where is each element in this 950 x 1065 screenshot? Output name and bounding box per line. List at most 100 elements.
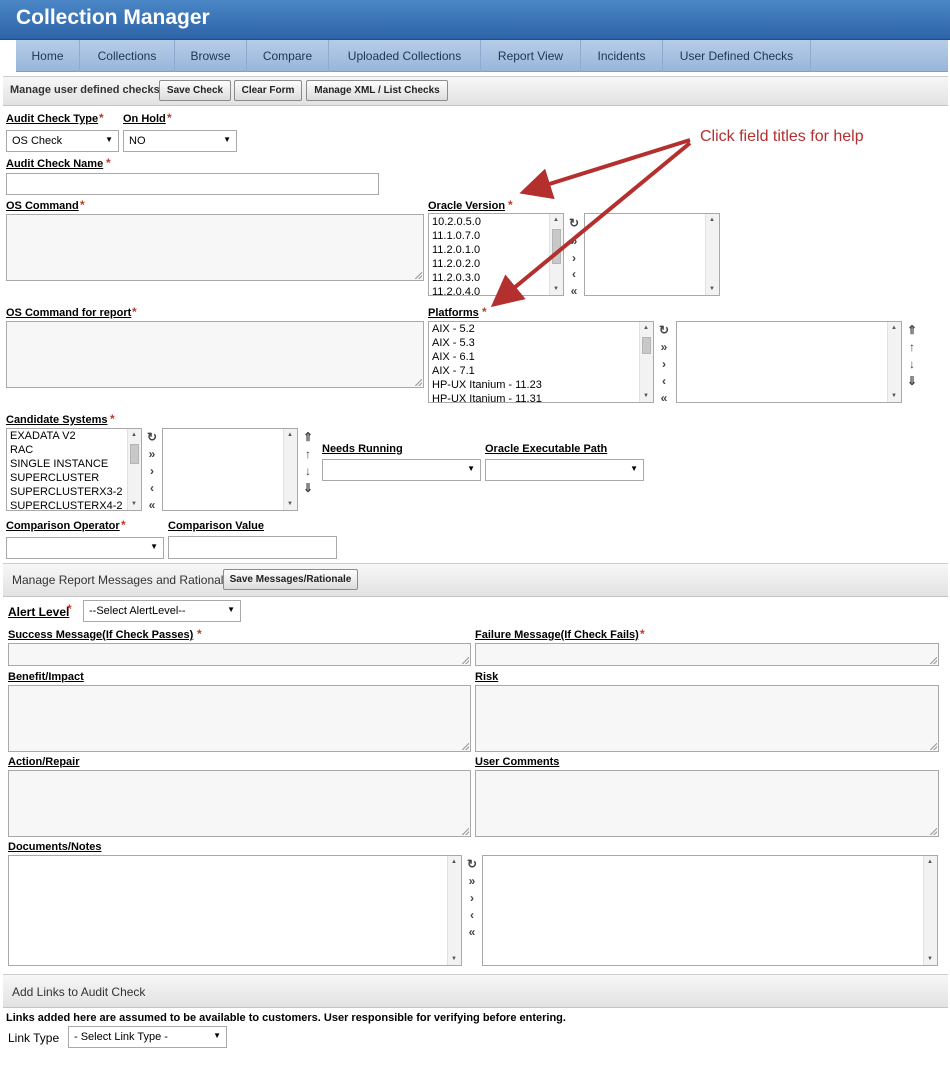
move-right-icon[interactable]: › — [566, 251, 582, 267]
os-command-report-label[interactable]: OS Command for report — [6, 307, 131, 319]
documents-notes-label[interactable]: Documents/Notes — [8, 841, 102, 853]
scrollbar[interactable]: ▲ ▼ — [549, 214, 563, 295]
comparison-operator-select[interactable]: ▼ — [6, 537, 164, 559]
move-right-icon[interactable]: › — [464, 891, 480, 907]
tab-home[interactable]: Home — [16, 40, 80, 72]
scroll-down-icon[interactable]: ▼ — [451, 956, 457, 962]
move-right-icon[interactable]: › — [144, 464, 160, 480]
audit-check-type-select[interactable]: OS Check ▼ — [6, 130, 119, 152]
manage-xml-button[interactable]: Manage XML / List Checks — [306, 80, 448, 101]
refresh-icon[interactable]: ↻ — [464, 857, 480, 873]
scroll-thumb[interactable] — [642, 337, 651, 354]
platforms-label[interactable]: Platforms — [428, 307, 479, 319]
list-item[interactable]: AIX - 7.1 — [429, 364, 653, 378]
scroll-down-icon[interactable]: ▼ — [709, 286, 715, 292]
move-bottom-icon[interactable]: ⇓ — [300, 481, 316, 497]
tab-compare[interactable]: Compare — [247, 40, 329, 72]
scrollbar[interactable]: ▲ ▼ — [127, 429, 141, 510]
on-hold-select[interactable]: NO ▼ — [123, 130, 237, 152]
list-item[interactable]: RAC — [7, 443, 141, 457]
move-right-icon[interactable]: › — [656, 357, 672, 373]
move-all-right-icon[interactable]: » — [566, 234, 582, 250]
alert-level-label[interactable]: Alert Level — [8, 605, 69, 619]
scroll-up-icon[interactable]: ▲ — [553, 217, 559, 223]
list-item[interactable]: SUPERCLUSTERX4-2 — [7, 499, 141, 510]
success-message-label[interactable]: Success Message(If Check Passes) — [8, 629, 193, 641]
move-left-icon[interactable]: ‹ — [566, 267, 582, 283]
scroll-down-icon[interactable]: ▼ — [891, 393, 897, 399]
list-item[interactable]: 11.2.0.1.0 — [429, 243, 563, 257]
scrollbar[interactable]: ▲ ▼ — [923, 856, 937, 965]
audit-check-type-label[interactable]: Audit Check Type — [6, 113, 98, 125]
move-up-icon[interactable]: ↑ — [904, 340, 920, 356]
scroll-down-icon[interactable]: ▼ — [927, 956, 933, 962]
tab-uploaded-collections[interactable]: Uploaded Collections — [329, 40, 481, 72]
scrollbar[interactable]: ▲ ▼ — [283, 429, 297, 510]
list-item[interactable]: SINGLE INSTANCE — [7, 457, 141, 471]
audit-check-name-label[interactable]: Audit Check Name — [6, 158, 103, 170]
move-down-icon[interactable]: ↓ — [904, 357, 920, 373]
comparison-value-label[interactable]: Comparison Value — [168, 520, 264, 532]
risk-textarea[interactable] — [475, 685, 939, 752]
list-item[interactable]: AIX - 5.3 — [429, 336, 653, 350]
move-left-icon[interactable]: ‹ — [144, 481, 160, 497]
move-all-left-icon[interactable]: « — [656, 391, 672, 407]
scrollbar[interactable]: ▲ ▼ — [639, 322, 653, 402]
oracle-version-selected-list[interactable]: ▲ ▼ — [584, 213, 720, 296]
platforms-available-list[interactable]: AIX - 5.2 AIX - 5.3 AIX - 6.1 AIX - 7.1 … — [428, 321, 654, 403]
tab-report-view[interactable]: Report View — [481, 40, 581, 72]
tab-collections[interactable]: Collections — [80, 40, 175, 72]
link-type-select[interactable]: - Select Link Type - ▼ — [68, 1026, 227, 1048]
move-bottom-icon[interactable]: ⇓ — [904, 374, 920, 390]
list-item[interactable]: 11.2.0.4.0 — [429, 285, 563, 295]
tab-user-defined-checks[interactable]: User Defined Checks — [663, 40, 811, 72]
scroll-up-icon[interactable]: ▲ — [643, 325, 649, 331]
move-all-left-icon[interactable]: « — [464, 925, 480, 941]
move-all-left-icon[interactable]: « — [566, 284, 582, 300]
action-repair-label[interactable]: Action/Repair — [8, 756, 80, 768]
save-check-button[interactable]: Save Check — [159, 80, 231, 101]
move-left-icon[interactable]: ‹ — [464, 908, 480, 924]
candidate-systems-label[interactable]: Candidate Systems — [6, 414, 107, 426]
list-item[interactable]: SUPERCLUSTER — [7, 471, 141, 485]
scroll-down-icon[interactable]: ▼ — [287, 501, 293, 507]
list-item[interactable]: HP-UX Itanium - 11.31 — [429, 392, 653, 402]
scroll-up-icon[interactable]: ▲ — [709, 217, 715, 223]
move-down-icon[interactable]: ↓ — [300, 464, 316, 480]
documents-available-list[interactable]: ▲ ▼ — [8, 855, 462, 966]
benefit-impact-textarea[interactable] — [8, 685, 471, 752]
benefit-impact-label[interactable]: Benefit/Impact — [8, 671, 84, 683]
risk-label[interactable]: Risk — [475, 671, 498, 683]
refresh-icon[interactable]: ↻ — [144, 430, 160, 446]
list-item[interactable]: SUPERCLUSTERX3-2 — [7, 485, 141, 499]
candidate-systems-selected-list[interactable]: ▲ ▼ — [162, 428, 298, 511]
scroll-up-icon[interactable]: ▲ — [891, 325, 897, 331]
scroll-up-icon[interactable]: ▲ — [451, 859, 457, 865]
scroll-down-icon[interactable]: ▼ — [131, 501, 137, 507]
refresh-icon[interactable]: ↻ — [566, 216, 582, 232]
candidate-systems-available-list[interactable]: EXADATA V2 RAC SINGLE INSTANCE SUPERCLUS… — [6, 428, 142, 511]
os-command-report-textarea[interactable] — [6, 321, 424, 388]
scroll-up-icon[interactable]: ▲ — [131, 432, 137, 438]
oracle-exec-path-select[interactable]: ▼ — [485, 459, 644, 481]
comparison-value-input[interactable] — [168, 536, 337, 559]
move-all-left-icon[interactable]: « — [144, 498, 160, 514]
oracle-exec-path-label[interactable]: Oracle Executable Path — [485, 443, 607, 455]
tab-incidents[interactable]: Incidents — [581, 40, 663, 72]
user-comments-label[interactable]: User Comments — [475, 756, 559, 768]
scroll-down-icon[interactable]: ▼ — [553, 286, 559, 292]
save-messages-button[interactable]: Save Messages/Rationale — [223, 569, 358, 590]
action-repair-textarea[interactable] — [8, 770, 471, 837]
move-all-right-icon[interactable]: » — [144, 447, 160, 463]
failure-message-textarea[interactable] — [475, 643, 939, 666]
move-up-icon[interactable]: ↑ — [300, 447, 316, 463]
move-top-icon[interactable]: ⇑ — [904, 323, 920, 339]
scrollbar[interactable]: ▲ ▼ — [447, 856, 461, 965]
list-item[interactable]: 11.2.0.2.0 — [429, 257, 563, 271]
list-item[interactable]: AIX - 5.2 — [429, 322, 653, 336]
needs-running-label[interactable]: Needs Running — [322, 443, 403, 455]
audit-check-name-input[interactable] — [6, 173, 379, 195]
needs-running-select[interactable]: ▼ — [322, 459, 481, 481]
documents-selected-list[interactable]: ▲ ▼ — [482, 855, 938, 966]
os-command-textarea[interactable] — [6, 214, 424, 281]
